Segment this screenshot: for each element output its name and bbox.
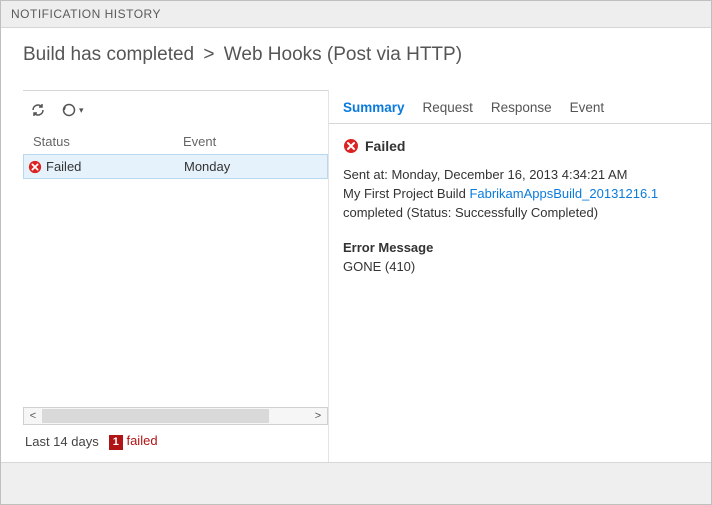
list-header: Status Event [23,129,328,154]
error-message-value: GONE (410) [343,258,697,277]
tab-event[interactable]: Event [570,100,605,115]
scroll-thumb[interactable] [42,409,269,423]
refresh-icon[interactable] [29,101,47,119]
tab-summary[interactable]: Summary [343,100,405,115]
horizontal-scrollbar[interactable]: < > [23,407,328,425]
detail-status: Failed [365,136,405,156]
list-toolbar: ▾ [23,91,328,129]
build-link[interactable]: FabrikamAppsBuild_20131216.1 [469,186,658,201]
breadcrumb: Build has completed > Web Hooks (Post vi… [1,28,711,90]
dialog-footer [1,462,711,504]
table-row[interactable]: Failed Monday [23,154,328,179]
failed-count-badge: 1 [109,435,123,450]
detail-tabs: Summary Request Response Event [329,90,711,124]
scroll-track[interactable] [42,408,309,424]
range-label: Last 14 days [25,434,99,449]
error-message-label: Error Message [343,239,697,258]
tab-request[interactable]: Request [423,100,473,115]
breadcrumb-item-1: Build has completed [23,44,194,65]
chevron-down-icon: ▾ [79,105,84,116]
scroll-right-icon[interactable]: > [309,410,327,422]
row-status: Failed [46,159,81,174]
scroll-left-icon[interactable]: < [24,410,42,422]
tab-response[interactable]: Response [491,100,552,115]
history-range-dropdown[interactable]: ▾ [61,102,84,118]
list-footer: Last 14 days 1 failed [23,425,328,462]
window-title: NOTIFICATION HISTORY [1,1,711,28]
failed-label: failed [126,433,157,448]
column-status[interactable]: Status [33,134,183,149]
row-event: Monday [184,159,323,174]
breadcrumb-item-2: Web Hooks (Post via HTTP) [224,44,462,65]
sent-at-line: Sent at: Monday, December 16, 2013 4:34:… [343,166,697,185]
build-line: My First Project Build FabrikamAppsBuild… [343,185,697,223]
error-icon [28,160,42,174]
error-icon [343,138,359,154]
chevron-right-icon: > [203,44,214,65]
detail-pane: Summary Request Response Event Failed Se… [328,90,711,462]
column-event[interactable]: Event [183,134,318,149]
history-list-pane: ▾ Status Event Failed Monday [23,90,328,462]
